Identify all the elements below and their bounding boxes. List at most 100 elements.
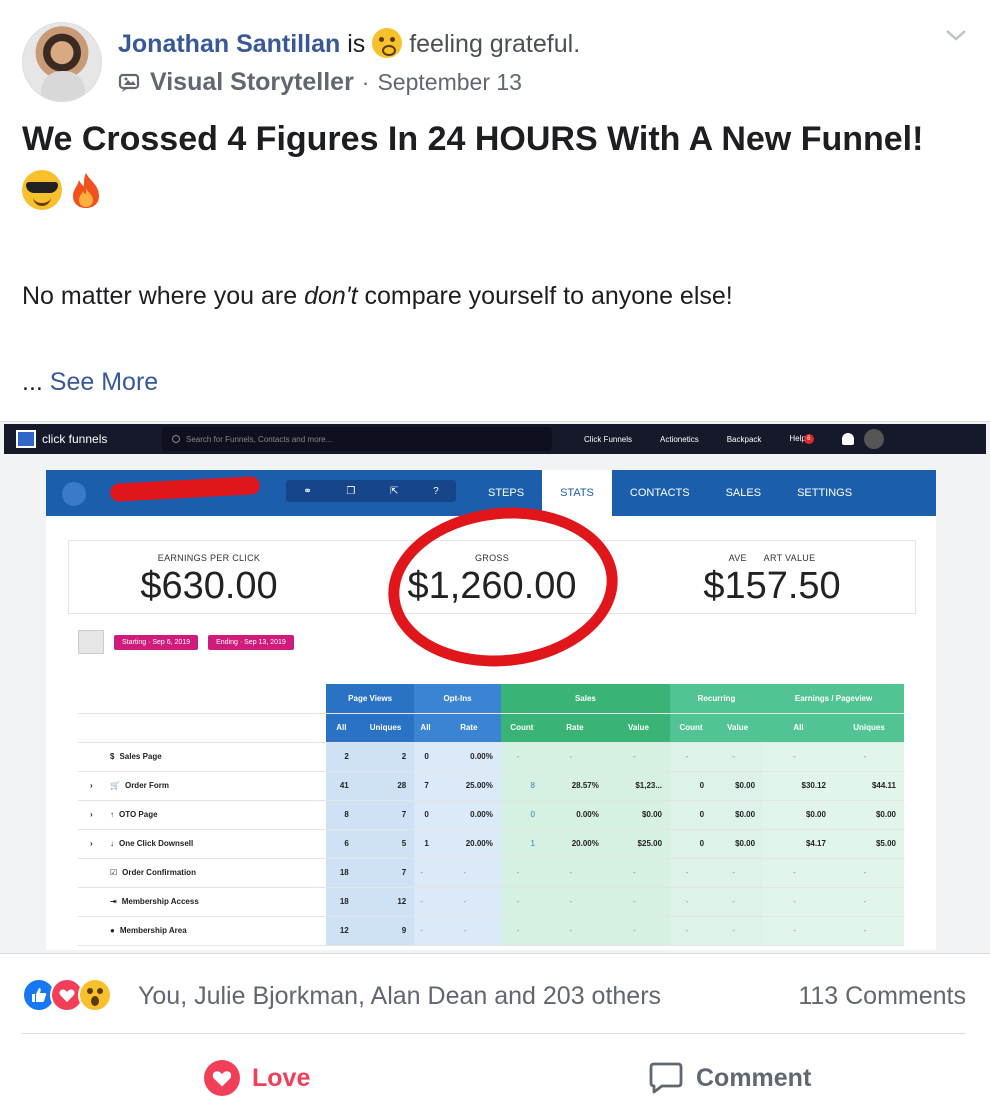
table-cell: - [436,916,501,946]
group-recurring: Recurring [670,684,764,714]
cf-logo-text: click funnels [42,432,108,446]
search-icon [172,435,180,443]
table-cell: - [763,858,834,888]
cf-logo-icon [16,430,36,448]
table-cell: 8 [326,800,357,830]
table-sub-header: All Uniques All Rate Count Rate Value Co… [78,713,904,743]
footer-divider [22,1033,966,1034]
table-cell: - [414,916,437,946]
row-label: ● Membership Area [78,916,326,946]
table-cell: 7 [356,800,415,830]
group-earnings: Earnings / Pageview [763,684,904,714]
table-cell: - [436,887,501,917]
table-cell: 0 [414,800,437,830]
table-cell: 2 [326,742,357,772]
cf-date-filter: Starting · Sep 6, 2019 Ending · Sep 13, … [78,630,294,654]
comments-count[interactable]: 113 Comments [798,982,966,1011]
separator: · [361,69,370,95]
table-cell: - [500,858,543,888]
table-cell: - [606,887,671,917]
row-label: › ↑ OTO Page [78,800,326,830]
sub-header: Uniques [833,713,904,743]
table-cell: $44.11 [833,771,904,801]
post-title: We Crossed 4 Figures In 24 HOURS With A … [22,120,924,158]
author-name[interactable]: Jonathan Santillan [118,30,340,58]
table-cell: - [712,742,764,772]
table-cell: 0 [414,742,437,772]
cf-nav: Click Funnels Actionetics Backpack Help6 [584,433,854,445]
table-cell: $1,23... [606,771,671,801]
table-cell: - [833,887,904,917]
table-cell: - [712,887,764,917]
is-text: is [347,30,366,58]
row-label: ⇥ Membership Access [78,887,326,917]
table-cell: - [763,916,834,946]
sub-header: Count [500,713,543,743]
love-button[interactable]: Love [204,1056,310,1100]
table-cell: $30.12 [763,771,834,801]
table-cell: 12 [356,887,415,917]
table-cell: 0 [670,829,713,859]
table-cell: 28 [356,771,415,801]
external-link-icon: ⇱ [390,485,399,497]
author-avatar[interactable] [22,22,102,102]
table-cell: 9 [356,916,415,946]
table-cell: - [833,858,904,888]
comment-label: Comment [696,1063,812,1092]
body-emphasis: don't [304,282,358,310]
table-cell: 1 [500,829,543,859]
row-label-text: One Click Downsell [119,839,194,848]
row-label-text: Order Form [124,781,169,790]
stat-epc-label: EARNINGS PER CLICK [157,553,261,563]
table-cell: $0.00 [833,800,904,830]
table-cell: 7 [414,771,437,801]
post-image[interactable]: click funnels Search for Funnels, Contac… [0,421,990,954]
table-cell: 12 [326,916,357,946]
chevron-down-icon[interactable] [944,27,968,43]
cf-user-avatar [863,429,884,449]
table-cell: $0.00 [763,800,834,830]
filter-end: Ending · Sep 13, 2019 [208,634,294,650]
tab-settings: SETTINGS [797,487,853,499]
wow-reaction-icon [78,978,112,1012]
post-date[interactable]: September 13 [377,69,521,96]
table-cell: - [670,742,713,772]
help-icon: ? [433,485,439,497]
row-label: ☑ Order Confirmation [78,858,326,888]
comment-icon [649,1062,683,1094]
table-cell: 20.00% [436,829,501,859]
reaction-icons[interactable] [22,978,112,1012]
table-corner [78,684,326,714]
login-icon: ⇥ [110,897,117,906]
table-cell: 2 [356,742,415,772]
cf-tool-buttons: ⚭ ❐ ⇱ ? [286,480,456,502]
redacted-funnel-name [109,476,261,502]
copy-icon: ❐ [346,485,356,497]
filter-icon [78,630,104,654]
reactions-summary[interactable]: You, Julie Bjorkman, Alan Dean and 203 o… [138,982,661,1011]
row-label: › 🛒 Order Form [78,771,326,801]
comment-button[interactable]: Comment [648,1056,811,1100]
group-icon: ● [110,926,115,935]
table-row: › 🛒 Order Form 41 28 7 25.00% 8 28.57% $1,23... 0 $… [78,771,904,801]
group-badge[interactable]: Visual Storyteller [150,68,354,97]
see-more-link[interactable]: See More [50,368,158,396]
table-cell: - [414,858,437,888]
sub-header: All [414,713,437,743]
sub-header: Uniques [356,713,415,743]
table-cell: - [500,887,543,917]
table-cell: - [500,742,543,772]
row-label-text: Sales Page [119,752,162,761]
row-label-text: Membership Area [119,926,187,935]
body-after: compare yourself to anyone else! [357,282,733,310]
table-row: › ↑ OTO Page 8 7 0 0.00% 0 0.00% $0.00 0 $0.00 $0.00… [78,800,904,830]
cf-search-placeholder: Search for Funnels, Contacts and more... [186,434,333,444]
table-cell: $25.00 [606,829,671,859]
sub-header: Rate [436,713,501,743]
cf-topbar: click funnels Search for Funnels, Contac… [4,424,986,454]
table-row: › ↓ One Click Downsell 6 5 1 20.00% 1 20.00% $25.… [78,829,904,859]
cf-nav-help: Help6 [789,434,814,444]
sub-header: All [326,713,357,743]
table-cell: - [606,742,671,772]
$-icon: $ [110,752,115,761]
